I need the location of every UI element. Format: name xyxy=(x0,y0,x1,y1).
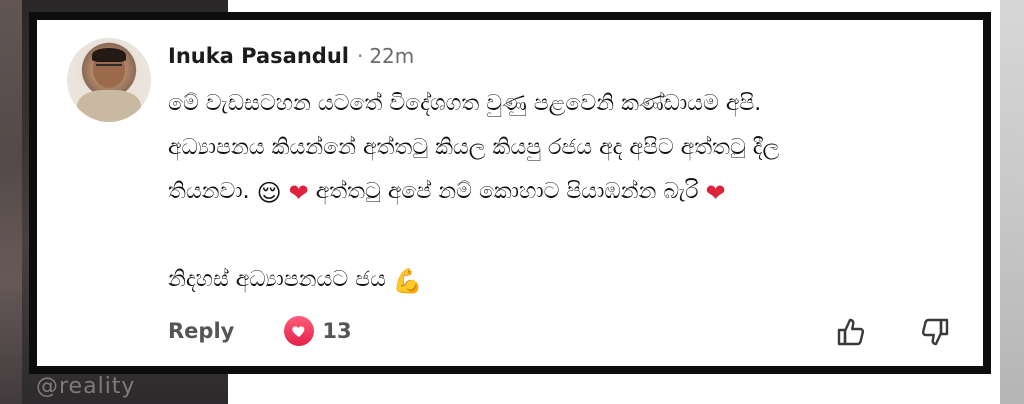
red-heart-emoji-icon: ❤ xyxy=(705,179,726,207)
heart-reaction-icon xyxy=(284,316,315,346)
comment-body: මේ වැඩසටහන යටතේ විදේශගත වුණු පළවෙනි කණ්ඩ… xyxy=(168,82,958,302)
comment-actions: Reply 13 xyxy=(168,316,352,346)
avatar-shirt xyxy=(77,90,141,122)
author-name[interactable]: Inuka Pasandul xyxy=(168,44,349,68)
reply-button[interactable]: Reply xyxy=(168,319,234,343)
comment-line-1: මේ වැඩසටහන යටතේ විදේශගත වුණු පළවෙනි කණ්ඩ… xyxy=(168,91,762,116)
comment-line-2: අධ්‍යාපනය කියන්නේ අත්තටු කියල කියපු රජය … xyxy=(168,135,780,160)
background-photo-right xyxy=(1000,0,1024,404)
background-photo-stripe xyxy=(0,0,22,404)
comment-line-3-end: අත්තටු අපේ නම් කොහාට පියාඹන්න බැරි xyxy=(315,179,699,204)
flexed-biceps-emoji-icon: 💪 xyxy=(392,267,423,295)
comment-line-3: තියනවා. 😌 ❤ අත්තටු අපේ නම් කොහාට පියාඹන්… xyxy=(168,170,958,214)
red-heart-emoji-icon: ❤ xyxy=(288,179,309,207)
comment-line-3-start: තියනවා. xyxy=(168,179,250,204)
like-thumbs-up-icon[interactable] xyxy=(835,316,867,348)
comment-timestamp[interactable]: 22m xyxy=(369,44,414,68)
comment-line-5: නිදහස් අධ්‍යාපනයට ජය 💪 xyxy=(168,258,958,302)
dislike-thumbs-down-icon[interactable] xyxy=(919,316,951,348)
heart-reaction-glyph xyxy=(292,326,305,337)
watermark-text: @reality xyxy=(36,374,136,399)
comment-header: Inuka Pasandul · 22m xyxy=(168,44,414,68)
avatar[interactable] xyxy=(67,38,151,122)
reaction-summary[interactable]: 13 xyxy=(284,316,352,346)
avatar-hair xyxy=(92,48,126,62)
avatar-glasses xyxy=(96,64,122,72)
comment-card: Inuka Pasandul · 22m මේ වැඩසටහන යටතේ විද… xyxy=(29,12,991,374)
comment-line-5-text: නිදහස් අධ්‍යාපනයට ජය xyxy=(168,267,386,292)
header-separator: · xyxy=(356,44,364,68)
reaction-count: 13 xyxy=(322,319,352,343)
relieved-face-emoji-icon: 😌 xyxy=(256,179,282,207)
